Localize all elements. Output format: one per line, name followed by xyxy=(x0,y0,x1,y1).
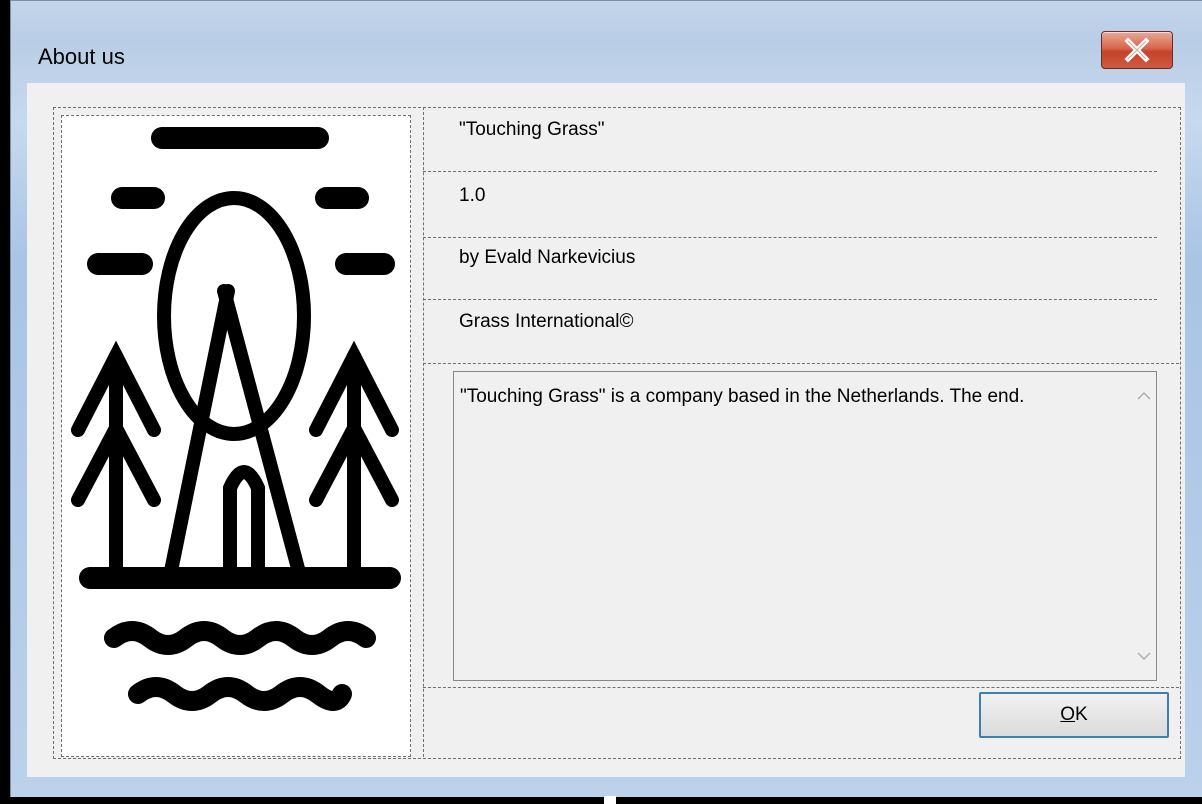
row-divider xyxy=(423,299,1157,300)
chevron-down-icon[interactable] xyxy=(1137,648,1151,662)
product-name: "Touching Grass" xyxy=(459,119,605,140)
row-divider xyxy=(423,363,1179,364)
ok-button[interactable]: OK xyxy=(979,692,1169,738)
campsite-logo-icon xyxy=(71,127,401,711)
close-button[interactable] xyxy=(1101,31,1173,69)
row-divider xyxy=(423,687,1179,688)
close-icon xyxy=(1124,37,1150,63)
taskbar-marker xyxy=(604,796,616,804)
logo-picture xyxy=(61,115,411,757)
ok-accelerator: O xyxy=(1060,704,1076,725)
ok-label-rest: K xyxy=(1075,704,1088,725)
company-label: Grass International© xyxy=(459,311,634,332)
title-bar[interactable]: About us xyxy=(11,1,1202,83)
row-divider xyxy=(423,237,1157,238)
about-dialog: About us "Touching Grass" 1.0 by Evald N… xyxy=(10,0,1202,797)
window-title: About us xyxy=(38,44,125,69)
row-divider xyxy=(423,171,1157,172)
description-text: "Touching Grass" is a company based in t… xyxy=(460,386,1025,407)
chevron-up-icon[interactable] xyxy=(1137,388,1151,402)
version-label: 1.0 xyxy=(459,185,486,206)
description-textbox[interactable]: "Touching Grass" is a company based in t… xyxy=(453,371,1157,681)
dialog-body: "Touching Grass" 1.0 by Evald Narkeviciu… xyxy=(27,83,1185,777)
author-label: by Evald Narkevicius xyxy=(459,247,636,268)
